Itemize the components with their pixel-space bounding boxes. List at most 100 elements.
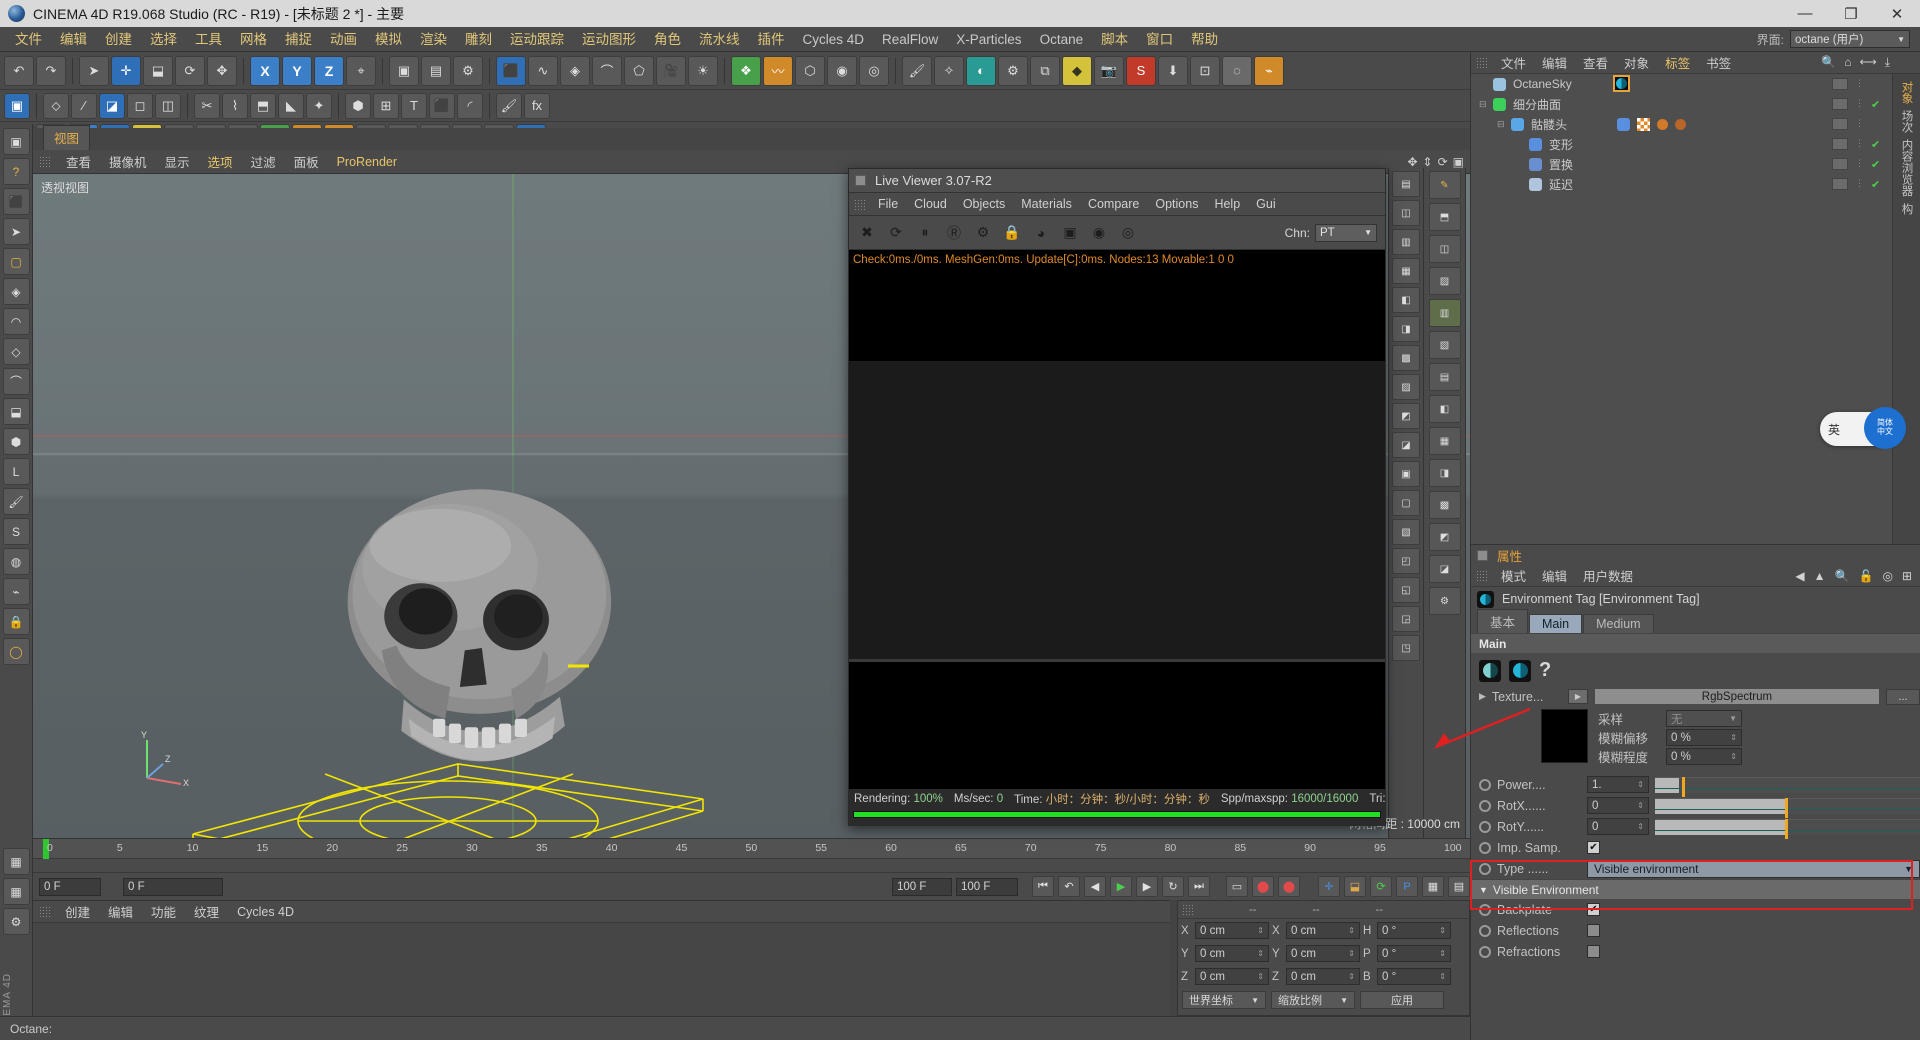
strip2-btn-5[interactable]: ▥ [1429, 299, 1461, 327]
layout-select[interactable]: octane (用户) ▼ [1790, 30, 1910, 48]
lock-z-axis-button[interactable]: Z [314, 56, 344, 86]
menu-item-5[interactable]: 网格 [231, 27, 276, 52]
materials-menu-edit[interactable]: 编辑 [99, 902, 142, 921]
knife-tool-button[interactable]: ✂ [194, 93, 220, 119]
menu-item-12[interactable]: 运动图形 [573, 27, 645, 52]
tool-magnet[interactable]: ⌒ [3, 368, 30, 395]
range-frame-field[interactable]: 100 F [956, 878, 1018, 896]
mograph-button[interactable]: ❖ [731, 56, 761, 86]
om-menu-bookmark[interactable]: 书签 [1698, 53, 1739, 72]
materials-menu-cycles[interactable]: Cycles 4D [228, 905, 303, 919]
octane-stop-button[interactable]: S [1126, 56, 1156, 86]
tree-expand-icon[interactable]: ⊟ [1479, 99, 1490, 110]
side-tab-objects[interactable]: 对象 [1899, 81, 1915, 104]
apply-button[interactable]: 应用 [1360, 991, 1444, 1009]
coord-field-size-x[interactable]: 0 cm⇕ [1286, 922, 1360, 939]
visible-environment-section[interactable]: ▼ Visible Environment [1471, 879, 1920, 899]
generators-button[interactable]: ◈ [560, 56, 590, 86]
coord-field-pos-y[interactable]: 0 cm⇕ [1195, 945, 1269, 962]
tab-medium[interactable]: Medium [1583, 614, 1653, 633]
timeline-ruler[interactable]: 0510152025303540455055606570758085909510… [33, 839, 1470, 859]
strip-btn-10[interactable]: ◪ [1392, 432, 1420, 458]
strip-btn-7[interactable]: ▩ [1392, 345, 1420, 371]
live-viewer-render-canvas[interactable] [849, 269, 1385, 789]
texture-tag-icon[interactable] [1637, 118, 1650, 131]
strip-btn-16[interactable]: ◲ [1392, 606, 1420, 632]
object-tree-row[interactable]: OctaneSky⋮ [1471, 74, 1892, 94]
drag-handle-icon[interactable] [1476, 570, 1487, 581]
redo-button[interactable]: ↷ [36, 56, 66, 86]
type-anim-dot-icon[interactable] [1479, 863, 1491, 875]
world-coordinate-select[interactable]: 世界坐标▼ [1182, 991, 1266, 1009]
octane-misc-button[interactable]: ⊡ [1190, 56, 1220, 86]
render-settings-icon[interactable]: ⚙ [971, 221, 995, 245]
object-check-icon[interactable]: ✔ [1871, 178, 1880, 191]
key-param-button[interactable]: P [1396, 876, 1418, 897]
enable-dots-icon[interactable]: ⋮ [1855, 158, 1864, 171]
lock-x-axis-button[interactable]: X [250, 56, 280, 86]
menu-item-script[interactable]: 脚本 [1092, 27, 1137, 52]
record-keyframe-button[interactable]: ⬤ [1252, 876, 1274, 897]
coord-field-rot-p[interactable]: 0 °⇕ [1377, 945, 1451, 962]
strip-btn-3[interactable]: ▥ [1392, 229, 1420, 255]
object-tree-row[interactable]: ⊟细分曲面⋮✔ [1471, 94, 1892, 114]
object-check-icon[interactable]: ✔ [1871, 138, 1880, 151]
picture-icon[interactable]: ▣ [1058, 221, 1082, 245]
refractions-checkbox[interactable] [1587, 945, 1600, 958]
light-button[interactable]: ☀ [688, 56, 718, 86]
octane-export-button[interactable]: ⬇ [1158, 56, 1188, 86]
menu-item-10[interactable]: 雕刻 [456, 27, 501, 52]
key-position-button[interactable]: ✛ [1318, 876, 1340, 897]
lv-menu-file[interactable]: File [870, 197, 906, 211]
material-tag2-icon[interactable] [1675, 119, 1686, 130]
primitive-button[interactable]: ⬛ [429, 93, 455, 119]
strip2-btn-10[interactable]: ◨ [1429, 459, 1461, 487]
om-menu-view[interactable]: 查看 [1575, 53, 1616, 72]
strip-btn-9[interactable]: ◩ [1392, 403, 1420, 429]
strip-btn-14[interactable]: ◰ [1392, 548, 1420, 574]
object-check-icon[interactable]: ✔ [1871, 98, 1880, 111]
pause-render-icon[interactable]: ⏸ [913, 221, 937, 245]
om-menu-edit[interactable]: 编辑 [1534, 53, 1575, 72]
lock-y-axis-button[interactable]: Y [282, 56, 312, 86]
hair-button[interactable]: 〰 [763, 56, 793, 86]
strip-btn-1[interactable]: ▤ [1392, 171, 1420, 197]
viewport-menu-options[interactable]: 选项 [199, 152, 242, 171]
model-mode-button[interactable]: ◻ [127, 93, 153, 119]
close-button[interactable]: ✕ [1874, 0, 1920, 27]
scene-button[interactable]: ⬠ [624, 56, 654, 86]
octane-camera-button[interactable]: 📷 [1094, 56, 1124, 86]
live-viewer-titlebar[interactable]: Live Viewer 3.07-R2 [849, 169, 1385, 193]
menu-item-cycles4d[interactable]: Cycles 4D [794, 27, 874, 52]
strip2-btn-6[interactable]: ▧ [1429, 331, 1461, 359]
loop-button[interactable]: ↻ [1162, 876, 1184, 897]
tool-grid2[interactable]: ▦ [3, 878, 30, 905]
coord-field-size-y[interactable]: 0 cm⇕ [1286, 945, 1360, 962]
ime-indicator[interactable]: 英 简体 中文 [1820, 412, 1902, 446]
character-button[interactable]: ⬡ [795, 56, 825, 86]
tool-settings[interactable]: ⚙ [3, 908, 30, 935]
enable-dots-icon[interactable]: ⋮ [1855, 178, 1864, 191]
sampling-select[interactable]: 无▼ [1666, 710, 1742, 727]
lock-icon[interactable]: 🔓 [1859, 569, 1874, 583]
at-menu-edit[interactable]: 编辑 [1534, 566, 1575, 585]
strip-btn-17[interactable]: ◳ [1392, 635, 1420, 661]
drag-handle-icon[interactable] [39, 906, 50, 917]
tool-paint-bucket[interactable]: 🖌 [3, 488, 30, 515]
object-tree-row[interactable]: 变形⋮✔ [1471, 134, 1892, 154]
tool-snap[interactable]: S [3, 518, 30, 545]
at-menu-userdata[interactable]: 用户数据 [1575, 566, 1641, 585]
render-view-button[interactable]: ▣ [389, 56, 419, 86]
add-cube-button[interactable]: ⬛ [496, 56, 526, 86]
white-balance-icon[interactable]: ◎ [1116, 221, 1140, 245]
menu-item-8[interactable]: 模拟 [366, 27, 411, 52]
tool-help[interactable]: ? [3, 158, 30, 185]
world-coord-button[interactable]: ⌖ [346, 56, 376, 86]
tool-live-selection[interactable]: ▣ [3, 128, 30, 155]
visibility-dots-icon[interactable] [1832, 98, 1848, 110]
visibility-dots-icon[interactable] [1832, 158, 1848, 170]
om-menu-object[interactable]: 对象 [1616, 53, 1657, 72]
menu-item-9[interactable]: 渲染 [411, 27, 456, 52]
menu-item-window[interactable]: 窗口 [1137, 27, 1182, 52]
collapse-icon[interactable]: ⤓ [1885, 55, 1890, 70]
